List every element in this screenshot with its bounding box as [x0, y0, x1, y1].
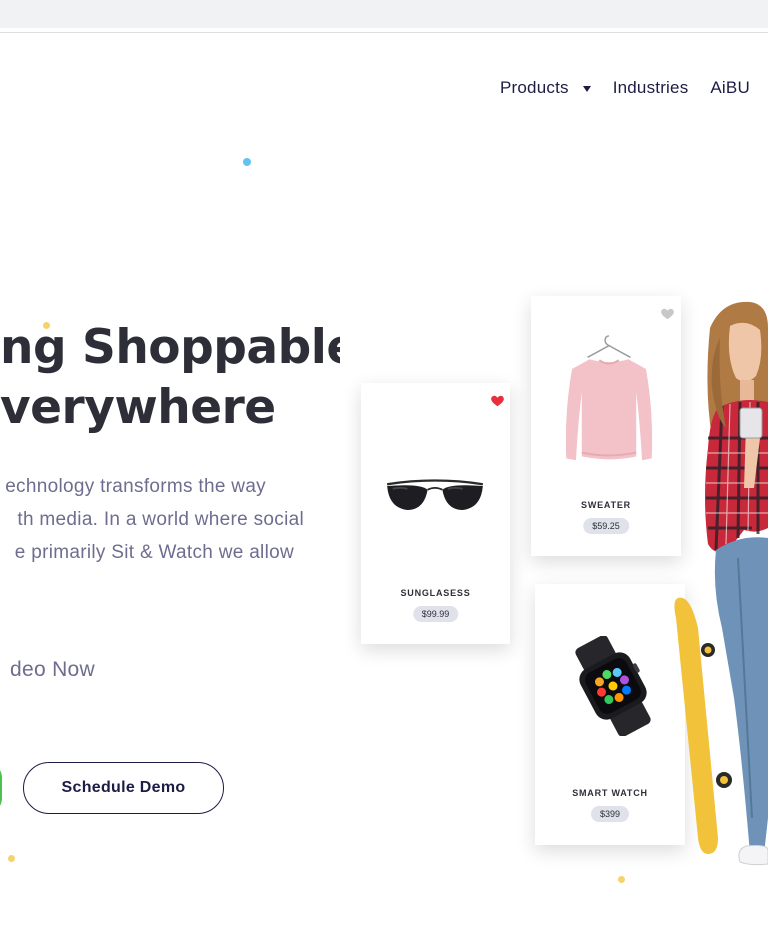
model-with-phone-image — [674, 301, 768, 866]
hero-description-line: th media. In a world where social — [17, 509, 304, 530]
product-price: $59.25 — [583, 518, 629, 534]
decorative-dot — [243, 158, 251, 166]
sweater-icon — [565, 335, 653, 461]
sunglasses-icon — [386, 479, 484, 510]
nav-item-products[interactable]: Products — [500, 78, 591, 98]
watch-video-link[interactable]: deo Now — [0, 658, 95, 682]
decorative-dot — [8, 855, 15, 862]
nav-item-label: Products — [500, 78, 569, 97]
nav-item-industries[interactable]: Industries — [613, 78, 689, 98]
hero-title: ng Shoppable verywhere — [0, 318, 340, 438]
nav-item-label: AiBU — [710, 78, 750, 97]
product-card-sunglasses[interactable]: SUNGLASESS $99.99 — [361, 383, 510, 644]
heart-icon[interactable] — [490, 393, 505, 408]
hero-description-line: echnology transforms the way — [5, 476, 266, 497]
product-price: $399 — [590, 806, 630, 822]
decorative-dot — [618, 876, 625, 883]
hero-description-line: e primarily Sit & Watch we allow — [14, 542, 294, 563]
hero-title-line: verywhere — [0, 380, 276, 435]
smartwatch-icon — [575, 636, 651, 736]
primary-cta-button[interactable] — [0, 762, 2, 814]
product-name: SWEATER — [581, 500, 631, 510]
hero-title-line: ng Shoppable — [0, 320, 340, 375]
nav-item-aibu[interactable]: AiBU — [710, 78, 750, 98]
browser-top-bar — [0, 0, 768, 28]
header-divider — [0, 32, 768, 33]
product-card-sweater[interactable]: SWEATER $59.25 — [531, 296, 681, 556]
product-name: SUNGLASESS — [400, 588, 471, 598]
main-nav: Products Industries AiBU — [500, 78, 750, 98]
product-price: $99.99 — [412, 606, 459, 622]
nav-item-label: Industries — [612, 78, 689, 97]
caret-down-icon — [582, 86, 591, 92]
hero-description: echnology transforms the way th media. I… — [0, 470, 310, 569]
schedule-demo-button[interactable]: Schedule Demo — [23, 762, 224, 814]
